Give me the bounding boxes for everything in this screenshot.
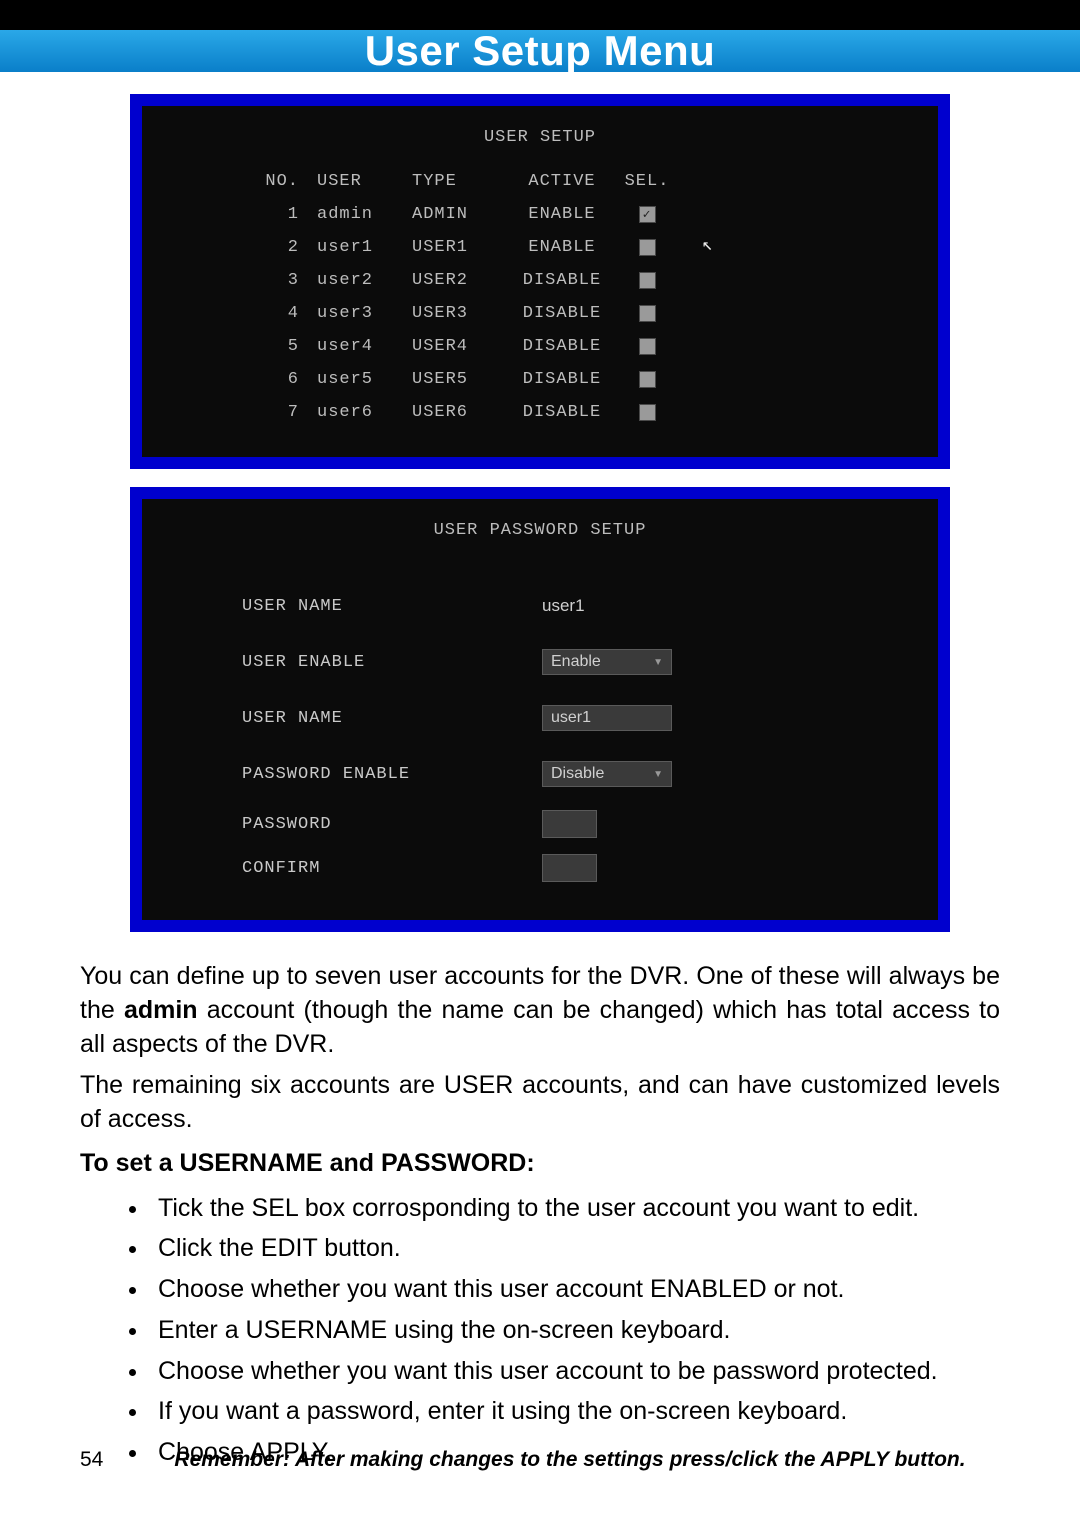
cell-type: USER1: [412, 238, 507, 257]
cell-user: user5: [317, 370, 412, 389]
cell-no: 3: [262, 271, 317, 290]
cell-active: ENABLE: [507, 238, 617, 257]
cell-active: DISABLE: [507, 403, 617, 422]
cell-type: USER2: [412, 271, 507, 290]
cell-sel: [617, 404, 677, 421]
cell-no: 2: [262, 238, 317, 257]
sel-checkbox[interactable]: [639, 239, 656, 256]
user-enable-value: Enable: [551, 653, 601, 671]
table-row: 3user2USER2DISABLE: [262, 264, 898, 297]
chevron-down-icon: ▼: [653, 769, 663, 780]
table-row: 7user6USER6DISABLE: [262, 396, 898, 429]
password-enable-select[interactable]: Disable ▼: [542, 761, 672, 787]
table-row: 5user4USER4DISABLE: [262, 330, 898, 363]
label-user-enable: USER ENABLE: [242, 653, 542, 672]
cell-no: 4: [262, 304, 317, 323]
cell-user: user4: [317, 337, 412, 356]
cell-no: 6: [262, 370, 317, 389]
label-user-name-2: USER NAME: [242, 709, 542, 728]
sel-checkbox[interactable]: ✓: [639, 206, 656, 223]
table-row: 2user1USER1ENABLE: [262, 231, 898, 264]
cell-sel: [617, 239, 677, 256]
cell-type: ADMIN: [412, 205, 507, 224]
cell-no: 5: [262, 337, 317, 356]
p1b: account (though the name can be changed)…: [80, 996, 1000, 1058]
col-active: ACTIVE: [507, 172, 617, 191]
cell-type: USER3: [412, 304, 507, 323]
table-row: 6user5USER5DISABLE: [262, 363, 898, 396]
cursor-icon: ↖: [702, 234, 714, 256]
header-bar: User Setup Menu: [0, 0, 1080, 72]
list-item: Tick the SEL box corrosponding to the us…: [150, 1189, 1000, 1228]
user-setup-panel: USER SETUP NO. USER TYPE ACTIVE SEL. 1ad…: [130, 94, 950, 469]
label-user-name-1: USER NAME: [242, 597, 542, 616]
list-item: Enter a USERNAME using the on-screen key…: [150, 1311, 1000, 1350]
value-user-name-1: user1: [542, 596, 702, 616]
page-number: 54: [80, 1448, 140, 1472]
cell-user: user1: [317, 238, 412, 257]
cell-user: user3: [317, 304, 412, 323]
table-row: 4user3USER3DISABLE: [262, 297, 898, 330]
cell-user: admin: [317, 205, 412, 224]
user-enable-select[interactable]: Enable ▼: [542, 649, 672, 675]
password-input[interactable]: [542, 810, 597, 838]
paragraph-1: You can define up to seven user accounts…: [80, 960, 1000, 1061]
cell-sel: [617, 371, 677, 388]
sel-checkbox[interactable]: [639, 305, 656, 322]
cell-no: 7: [262, 403, 317, 422]
chevron-down-icon: ▼: [653, 657, 663, 668]
cell-type: USER4: [412, 337, 507, 356]
footer: 54 Remember: After making changes to the…: [80, 1448, 1000, 1472]
cell-user: user6: [317, 403, 412, 422]
cell-active: DISABLE: [507, 370, 617, 389]
sel-checkbox[interactable]: [639, 272, 656, 289]
sel-checkbox[interactable]: [639, 338, 656, 355]
cell-sel: [617, 305, 677, 322]
page-title: User Setup Menu: [365, 27, 716, 75]
sel-checkbox[interactable]: [639, 404, 656, 421]
confirm-input[interactable]: [542, 854, 597, 882]
col-sel: SEL.: [617, 172, 677, 191]
cell-active: DISABLE: [507, 304, 617, 323]
password-enable-value: Disable: [551, 765, 604, 783]
cell-active: ENABLE: [507, 205, 617, 224]
instructions-heading: To set a USERNAME and PASSWORD:: [80, 1147, 1000, 1181]
col-type: TYPE: [412, 172, 507, 191]
user-table: NO. USER TYPE ACTIVE SEL. 1adminADMINENA…: [142, 165, 938, 457]
p1-bold: admin: [124, 996, 198, 1024]
label-password-enable: PASSWORD ENABLE: [242, 765, 542, 784]
table-row: 1adminADMINENABLE ✓: [262, 198, 898, 231]
cell-active: DISABLE: [507, 337, 617, 356]
cell-sel: ✓: [617, 206, 677, 223]
cell-sel: [617, 338, 677, 355]
user-name-input[interactable]: user1: [542, 705, 672, 731]
list-item: Choose whether you want this user accoun…: [150, 1270, 1000, 1309]
table-header: NO. USER TYPE ACTIVE SEL.: [262, 165, 898, 198]
label-confirm: CONFIRM: [242, 859, 542, 878]
user-password-panel: USER PASSWORD SETUP USER NAME user1 USER…: [130, 487, 950, 932]
panel1-title: USER SETUP: [142, 106, 938, 165]
panel2-title: USER PASSWORD SETUP: [142, 499, 938, 558]
list-item: If you want a password, enter it using t…: [150, 1392, 1000, 1431]
cell-type: USER6: [412, 403, 507, 422]
footer-message: Remember: After making changes to the se…: [140, 1448, 1000, 1472]
list-item: Choose whether you want this user accoun…: [150, 1352, 1000, 1391]
col-no: NO.: [262, 172, 317, 191]
cell-no: 1: [262, 205, 317, 224]
label-password: PASSWORD: [242, 815, 542, 834]
cell-active: DISABLE: [507, 271, 617, 290]
cell-user: user2: [317, 271, 412, 290]
paragraph-2: The remaining six accounts are USER acco…: [80, 1069, 1000, 1137]
sel-checkbox[interactable]: [639, 371, 656, 388]
cell-type: USER5: [412, 370, 507, 389]
cell-sel: [617, 272, 677, 289]
list-item: Click the EDIT button.: [150, 1229, 1000, 1268]
steps-list: Tick the SEL box corrosponding to the us…: [80, 1189, 1000, 1472]
body-text: You can define up to seven user accounts…: [80, 960, 1000, 1472]
col-user: USER: [317, 172, 412, 191]
